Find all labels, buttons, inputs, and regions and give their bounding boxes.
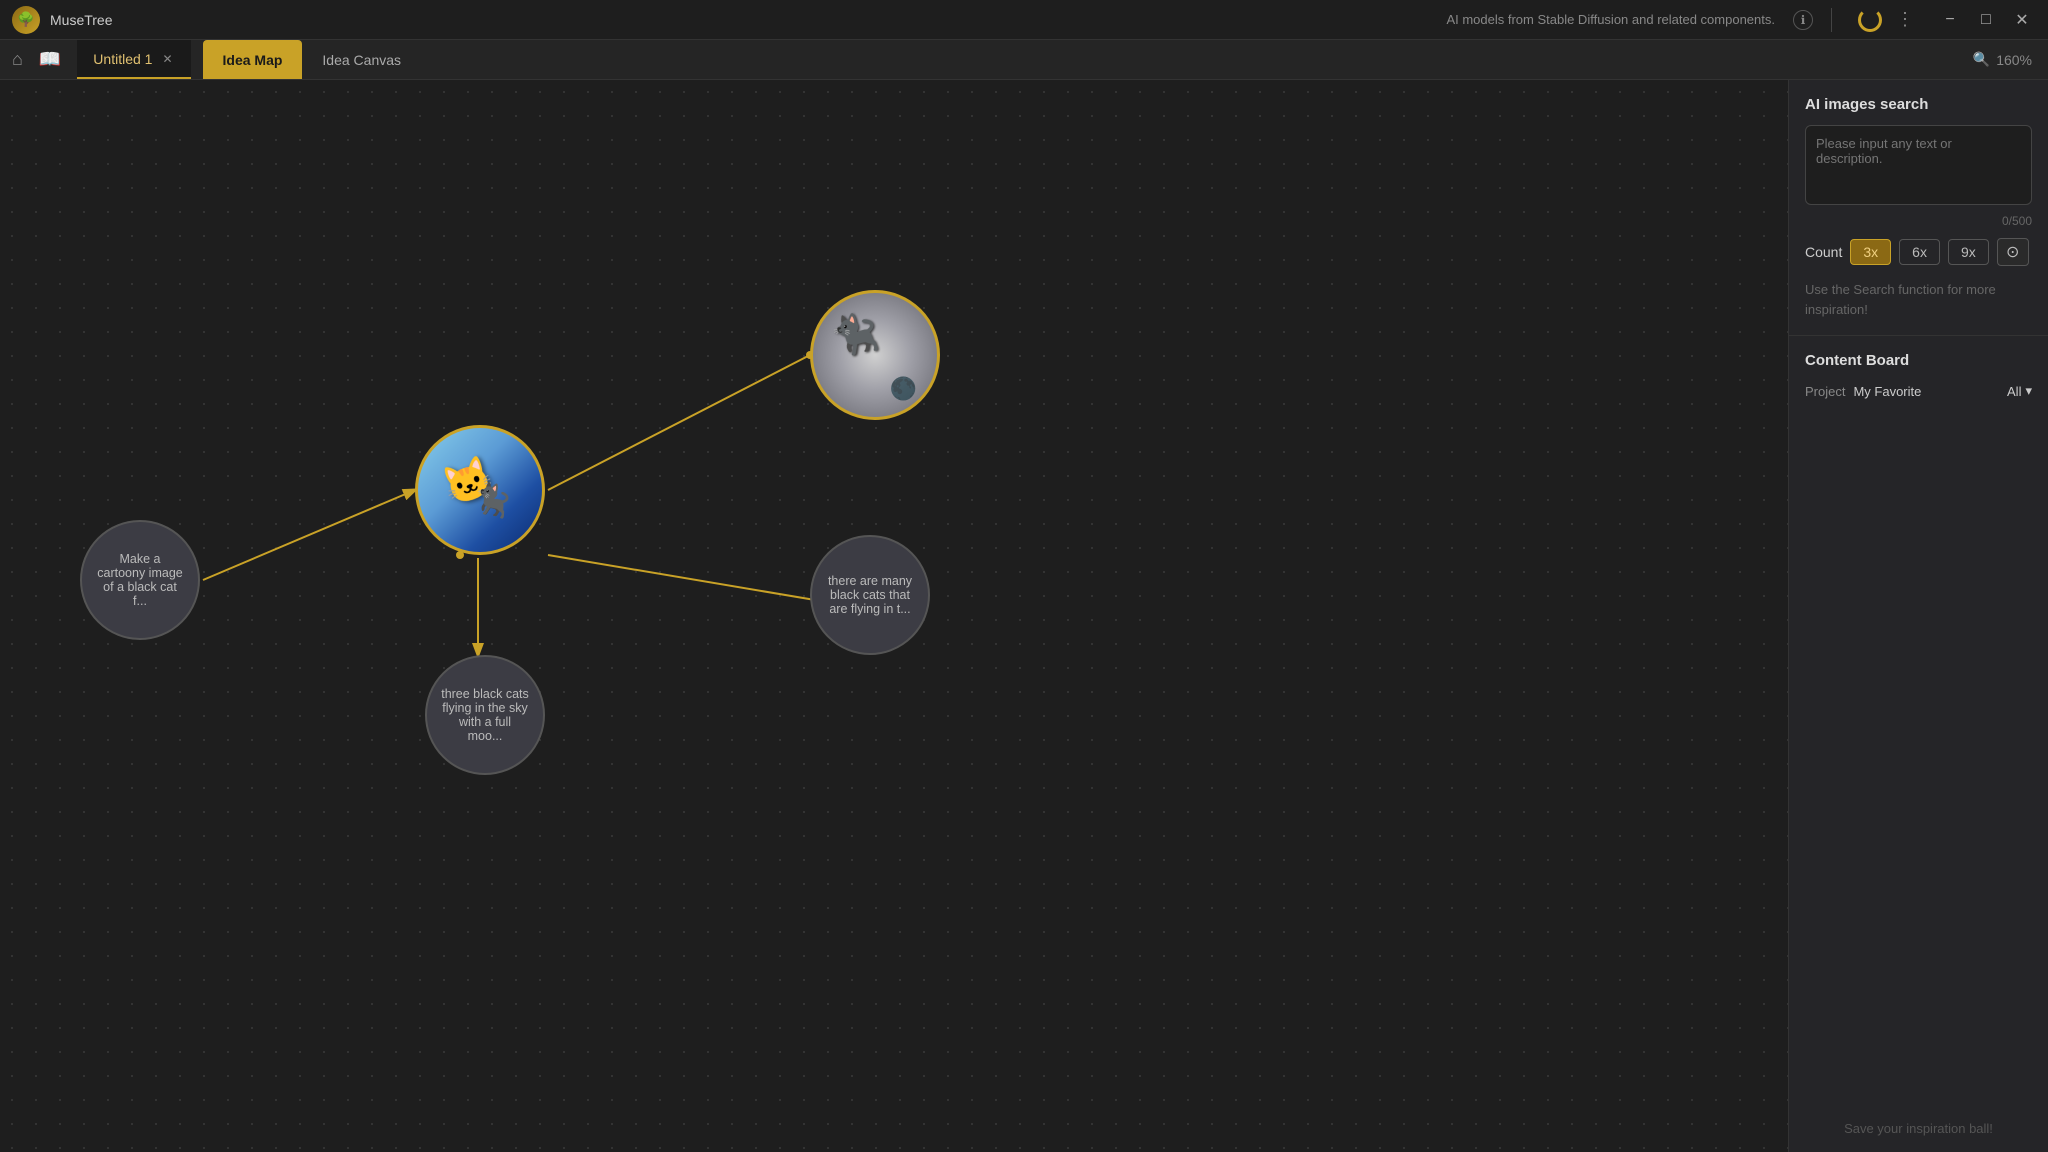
- node-root-circle[interactable]: Make a cartoony image of a black cat f..…: [80, 520, 200, 640]
- zoom-icon: 🔍: [1973, 51, 1990, 68]
- content-board-section: Content Board Project My Favorite All ▾: [1789, 336, 2048, 1105]
- count-label: Count: [1805, 244, 1842, 260]
- project-label: Project: [1805, 384, 1845, 399]
- menu-icon[interactable]: ⋮: [1892, 9, 1918, 30]
- tab-title: Untitled 1: [93, 51, 152, 67]
- ai-info-text: AI models from Stable Diffusion and rela…: [1446, 12, 1775, 27]
- nav-icons: ⌂ 📖: [8, 40, 77, 79]
- node-root[interactable]: Make a cartoony image of a black cat f..…: [80, 520, 200, 640]
- node-bottom-right[interactable]: there are many black cats that are flyin…: [810, 535, 930, 655]
- char-count: 0/500: [1805, 214, 2032, 228]
- filter-value: All: [2007, 384, 2021, 399]
- node-bottom-center-circle[interactable]: three black cats flying in the sky with …: [425, 655, 545, 775]
- minimize-button[interactable]: −: [1936, 6, 1964, 34]
- loading-indicator: [1858, 8, 1882, 32]
- inspiration-hint: Save your inspiration ball!: [1789, 1105, 2048, 1152]
- zoom-level: 160%: [1996, 52, 2032, 68]
- tabbar: ⌂ 📖 Untitled 1 ✕ Idea Map Idea Canvas 🔍 …: [0, 40, 2048, 80]
- info-icon[interactable]: ℹ: [1793, 10, 1813, 30]
- count-row: Count 3x 6x 9x ⊙: [1805, 238, 2032, 266]
- node-top-right[interactable]: [810, 290, 940, 420]
- home-icon[interactable]: ⌂: [8, 45, 27, 74]
- view-tabs: Idea Map Idea Canvas: [203, 40, 422, 79]
- right-panel: AI images search 0/500 Count 3x 6x 9x ⊙ …: [1788, 80, 2048, 1152]
- titlebar: 🌳 MuseTree AI models from Stable Diffusi…: [0, 0, 2048, 40]
- tab-idea-canvas[interactable]: Idea Canvas: [302, 40, 421, 79]
- search-hint: Use the Search function for more inspira…: [1805, 280, 2032, 319]
- count-btn-3x[interactable]: 3x: [1850, 239, 1891, 265]
- active-tab[interactable]: Untitled 1 ✕: [77, 40, 190, 79]
- close-button[interactable]: ✕: [2008, 6, 2036, 34]
- maximize-button[interactable]: □: [1972, 6, 2000, 34]
- tab-close-icon[interactable]: ✕: [160, 50, 174, 68]
- ai-search-input[interactable]: [1805, 125, 2032, 205]
- count-btn-6x[interactable]: 6x: [1899, 239, 1940, 265]
- node-center[interactable]: [415, 425, 545, 555]
- project-row: Project My Favorite All ▾: [1805, 383, 2032, 399]
- ai-search-section: AI images search 0/500 Count 3x 6x 9x ⊙ …: [1789, 80, 2048, 336]
- count-special-icon[interactable]: ⊙: [1997, 238, 2029, 266]
- content-board-title: Content Board: [1805, 352, 2032, 369]
- node-center-image[interactable]: [415, 425, 545, 555]
- filter-dropdown[interactable]: All ▾: [2007, 383, 2032, 399]
- ai-search-title: AI images search: [1805, 96, 2032, 113]
- app-logo: 🌳: [12, 6, 40, 34]
- project-value: My Favorite: [1853, 384, 1921, 399]
- app-name: MuseTree: [50, 12, 113, 28]
- node-bottom-right-circle[interactable]: there are many black cats that are flyin…: [810, 535, 930, 655]
- node-top-right-image[interactable]: [810, 290, 940, 420]
- app-logo-icon: 🌳: [17, 11, 34, 28]
- window-controls: − □ ✕: [1936, 6, 2036, 34]
- count-btn-9x[interactable]: 9x: [1948, 239, 1989, 265]
- titlebar-divider: [1831, 8, 1832, 32]
- tab-idea-map[interactable]: Idea Map: [203, 40, 303, 79]
- zoom-area: 🔍 160%: [1973, 40, 2048, 79]
- book-icon[interactable]: 📖: [35, 45, 65, 74]
- canvas-area[interactable]: Make a cartoony image of a black cat f..…: [0, 80, 1788, 1152]
- main-layout: Make a cartoony image of a black cat f..…: [0, 80, 2048, 1152]
- chevron-down-icon: ▾: [2025, 383, 2032, 399]
- node-bottom-center[interactable]: three black cats flying in the sky with …: [425, 655, 545, 775]
